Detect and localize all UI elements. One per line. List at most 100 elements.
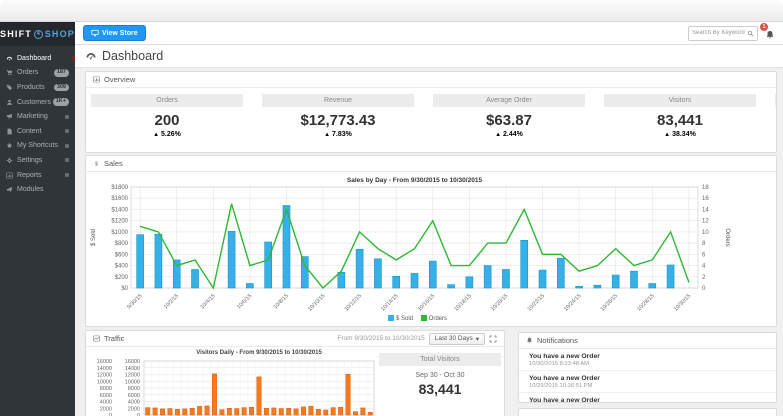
- view-store-button[interactable]: View Store: [83, 25, 146, 41]
- svg-text:14000: 14000: [97, 366, 112, 372]
- dropdown-label: Last 30 Days: [435, 335, 473, 342]
- sidebar-item-label: Modules: [17, 186, 69, 193]
- svg-text:4000: 4000: [128, 400, 140, 406]
- stat-change: ▲ 2.44%: [433, 131, 585, 138]
- notification-title: You have a new Order: [529, 353, 766, 360]
- page-title: Dashboard: [102, 49, 163, 63]
- svg-text:10/16/15: 10/16/15: [417, 293, 436, 312]
- search-box: [688, 26, 758, 41]
- sales-panel: $ Sales $0$200$400$600$800$1000$1200$140…: [85, 155, 777, 327]
- svg-text:16: 16: [702, 196, 709, 202]
- svg-text:6000: 6000: [100, 393, 112, 399]
- notification-item[interactable]: You have a new Order 10/30/2015 8:23:48 …: [519, 349, 776, 371]
- view-store-label: View Store: [102, 30, 138, 37]
- svg-text:12: 12: [702, 219, 709, 225]
- total-visitors-header: Total Visitors: [379, 353, 501, 366]
- notification-time: 10/29/2015 10:36:51 PM: [529, 383, 766, 389]
- sidebar-item-modules[interactable]: Modules: [0, 182, 75, 197]
- svg-text:$400: $400: [115, 264, 129, 270]
- stat-change: ▲ 5.26%: [91, 131, 243, 138]
- svg-text:10000: 10000: [125, 379, 140, 385]
- sidebar-item-orders[interactable]: Orders 187: [0, 66, 75, 81]
- sidebar-item-marketing[interactable]: Marketing: [0, 109, 75, 124]
- main-content: Overview Orders 200 ▲ 5.26% Revenue $12,…: [75, 68, 783, 416]
- stat-label: Revenue: [262, 94, 414, 107]
- search-input[interactable]: [692, 30, 747, 36]
- sidebar-item-label: Reports: [17, 172, 65, 179]
- orders-count-badge: 187: [54, 69, 69, 77]
- shift4shop-logo: SHIFT 4 SHOP: [0, 22, 75, 46]
- svg-text:10: 10: [702, 230, 709, 236]
- svg-text:18: 18: [702, 185, 709, 191]
- customers-count-badge: 1K+: [53, 98, 69, 106]
- sidebar-item-label: Dashboard: [17, 55, 69, 62]
- svg-text:2: 2: [702, 275, 706, 281]
- svg-text:$: $: [95, 162, 99, 168]
- up-arrow-icon: ▲: [495, 132, 501, 138]
- legend-swatch-orders: [421, 315, 427, 321]
- stat-value: 83,441: [604, 112, 756, 129]
- logo-text-shift: SHIFT: [0, 29, 32, 39]
- sidebar-item-label: Customers: [17, 99, 53, 106]
- notification-count-badge: 1: [760, 23, 768, 31]
- svg-text:10/12/15: 10/12/15: [344, 293, 363, 312]
- svg-text:16000: 16000: [125, 359, 140, 365]
- svg-text:$200: $200: [115, 275, 129, 281]
- sidebar-item-settings[interactable]: Settings: [0, 153, 75, 168]
- bar-chart-icon: [93, 76, 100, 83]
- svg-text:16000: 16000: [97, 359, 112, 365]
- sidebar-item-products[interactable]: Products 309: [0, 80, 75, 95]
- svg-text:10/22/15: 10/22/15: [527, 293, 546, 312]
- svg-text:$1000: $1000: [111, 230, 128, 236]
- cart-icon: [6, 69, 17, 76]
- stat-value: 200: [91, 112, 243, 129]
- sidebar-item-reports[interactable]: Reports: [0, 168, 75, 183]
- traffic-date-range: From 9/30/2015 to 10/30/2015: [337, 335, 424, 342]
- chevron-down-icon: ▾: [476, 335, 479, 343]
- sales-chart: $0$200$400$600$800$1000$1200$1400$1600$1…: [86, 174, 777, 314]
- overview-header-label: Overview: [104, 75, 135, 84]
- logo-4-icon: 4: [34, 30, 43, 39]
- svg-text:9/30/15: 9/30/15: [126, 293, 143, 310]
- svg-text:$1600: $1600: [111, 196, 128, 202]
- next-panel-partial: [518, 408, 777, 416]
- up-arrow-icon: ▲: [324, 132, 330, 138]
- svg-text:10000: 10000: [97, 379, 112, 385]
- sidebar-item-content[interactable]: Content: [0, 124, 75, 139]
- traffic-panel-header: Traffic From 9/30/2015 to 10/30/2015 Las…: [86, 331, 504, 347]
- page-header: Dashboard: [75, 45, 783, 68]
- svg-text:12000: 12000: [125, 373, 140, 379]
- svg-text:$600: $600: [115, 252, 129, 258]
- svg-text:8000: 8000: [128, 386, 140, 392]
- svg-text:14000: 14000: [125, 366, 140, 372]
- bell-icon: [765, 30, 775, 40]
- notification-item[interactable]: You have a new Order: [519, 393, 776, 403]
- tags-icon: [6, 84, 17, 91]
- total-visitors-range: Sep 30 - Oct 30: [379, 372, 501, 379]
- svg-text:10/26/15: 10/26/15: [600, 293, 619, 312]
- gears-icon: [6, 157, 17, 164]
- megaphone-icon: [6, 113, 17, 120]
- sidebar-item-dashboard[interactable]: Dashboard: [0, 51, 75, 66]
- sidebar-item-my-shortcuts[interactable]: My Shortcuts: [0, 139, 75, 154]
- date-range-dropdown[interactable]: Last 30 Days ▾: [429, 333, 485, 345]
- notification-item[interactable]: You have a new Order 10/29/2015 10:36:51…: [519, 371, 776, 393]
- svg-text:10/2/15: 10/2/15: [163, 293, 180, 310]
- svg-text:$0: $0: [121, 286, 128, 292]
- sidebar-item-customers[interactable]: Customers 1K+: [0, 95, 75, 110]
- expand-icon[interactable]: [489, 335, 497, 343]
- sidebar-item-label: Products: [17, 84, 54, 91]
- svg-text:10/18/15: 10/18/15: [453, 293, 472, 312]
- legend-swatch-sold: [388, 315, 394, 321]
- svg-text:14: 14: [702, 207, 709, 213]
- sidebar-item-label: My Shortcuts: [17, 142, 65, 149]
- search-icon[interactable]: [747, 30, 754, 37]
- stat-card-revenue: Revenue $12,773.43 ▲ 7.83%: [262, 94, 414, 138]
- gauge-icon: [85, 50, 97, 62]
- svg-text:Visitors Daily - From 9/30/201: Visitors Daily - From 9/30/2015 to 10/30…: [196, 350, 322, 356]
- expand-indicator: [65, 173, 69, 177]
- svg-text:0: 0: [702, 286, 706, 292]
- svg-text:$1800: $1800: [111, 185, 128, 191]
- notifications-bell[interactable]: 1: [765, 27, 775, 39]
- svg-text:10/4/15: 10/4/15: [199, 293, 216, 310]
